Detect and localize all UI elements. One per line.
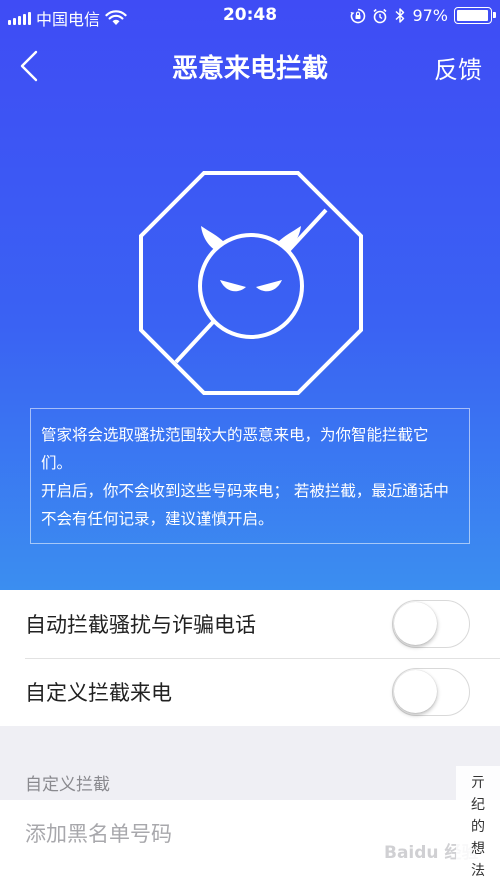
- section-header-custom-block: 自定义拦截: [25, 775, 110, 795]
- back-button[interactable]: [14, 46, 50, 86]
- author-watermark: 亓 纪 的 想 法: [456, 766, 500, 888]
- toggle-knob: [394, 670, 437, 713]
- custom-block-row: 自定义拦截来电: [0, 658, 500, 726]
- feedback-button[interactable]: 反馈: [434, 50, 482, 85]
- notice-box: 管家将会选取骚扰范围较大的恶意来电，为你智能拦截它们。 开启后，你不会收到这些号…: [30, 408, 470, 544]
- page-title: 恶意来电拦截: [171, 54, 328, 84]
- navigation-bar: 恶意来电拦截 反馈: [0, 34, 500, 98]
- notice-line-2: 开启后，你不会收到这些号码来电； 若被拦截，最近通话中不会有任何记录，建议谨慎开…: [41, 482, 449, 528]
- bluetooth-icon: [395, 8, 405, 23]
- auto-block-label: 自动拦截骚扰与诈骗电话: [25, 613, 256, 637]
- hero-header: 中国电信 20:48 97% 恶意来电拦截 反馈 管家将会选取骚扰范围较大的恶意…: [0, 0, 500, 590]
- battery-icon: [454, 7, 496, 24]
- toggle-knob: [394, 602, 437, 645]
- rotation-lock-icon: [350, 8, 366, 23]
- battery-percent: 97%: [412, 6, 448, 25]
- watermark-char: 纪: [471, 797, 485, 813]
- auto-block-row: 自动拦截骚扰与诈骗电话: [0, 590, 500, 658]
- custom-block-toggle[interactable]: [392, 668, 470, 716]
- alarm-icon: [373, 8, 387, 23]
- status-bar: 中国电信 20:48 97%: [0, 0, 500, 34]
- devil-octagon-icon: [139, 171, 363, 395]
- settings-list: 自动拦截骚扰与诈骗电话 自定义拦截来电: [0, 590, 500, 726]
- watermark-char: 想: [471, 841, 485, 857]
- watermark-char: 亓: [471, 775, 485, 791]
- notice-line-1: 管家将会选取骚扰范围较大的恶意来电，为你智能拦截它们。: [41, 426, 429, 472]
- auto-block-toggle[interactable]: [392, 600, 470, 648]
- custom-block-label: 自定义拦截来电: [25, 681, 172, 705]
- chevron-left-icon: [20, 50, 38, 82]
- watermark-char: 的: [471, 819, 485, 835]
- watermark-char: 法: [471, 863, 485, 879]
